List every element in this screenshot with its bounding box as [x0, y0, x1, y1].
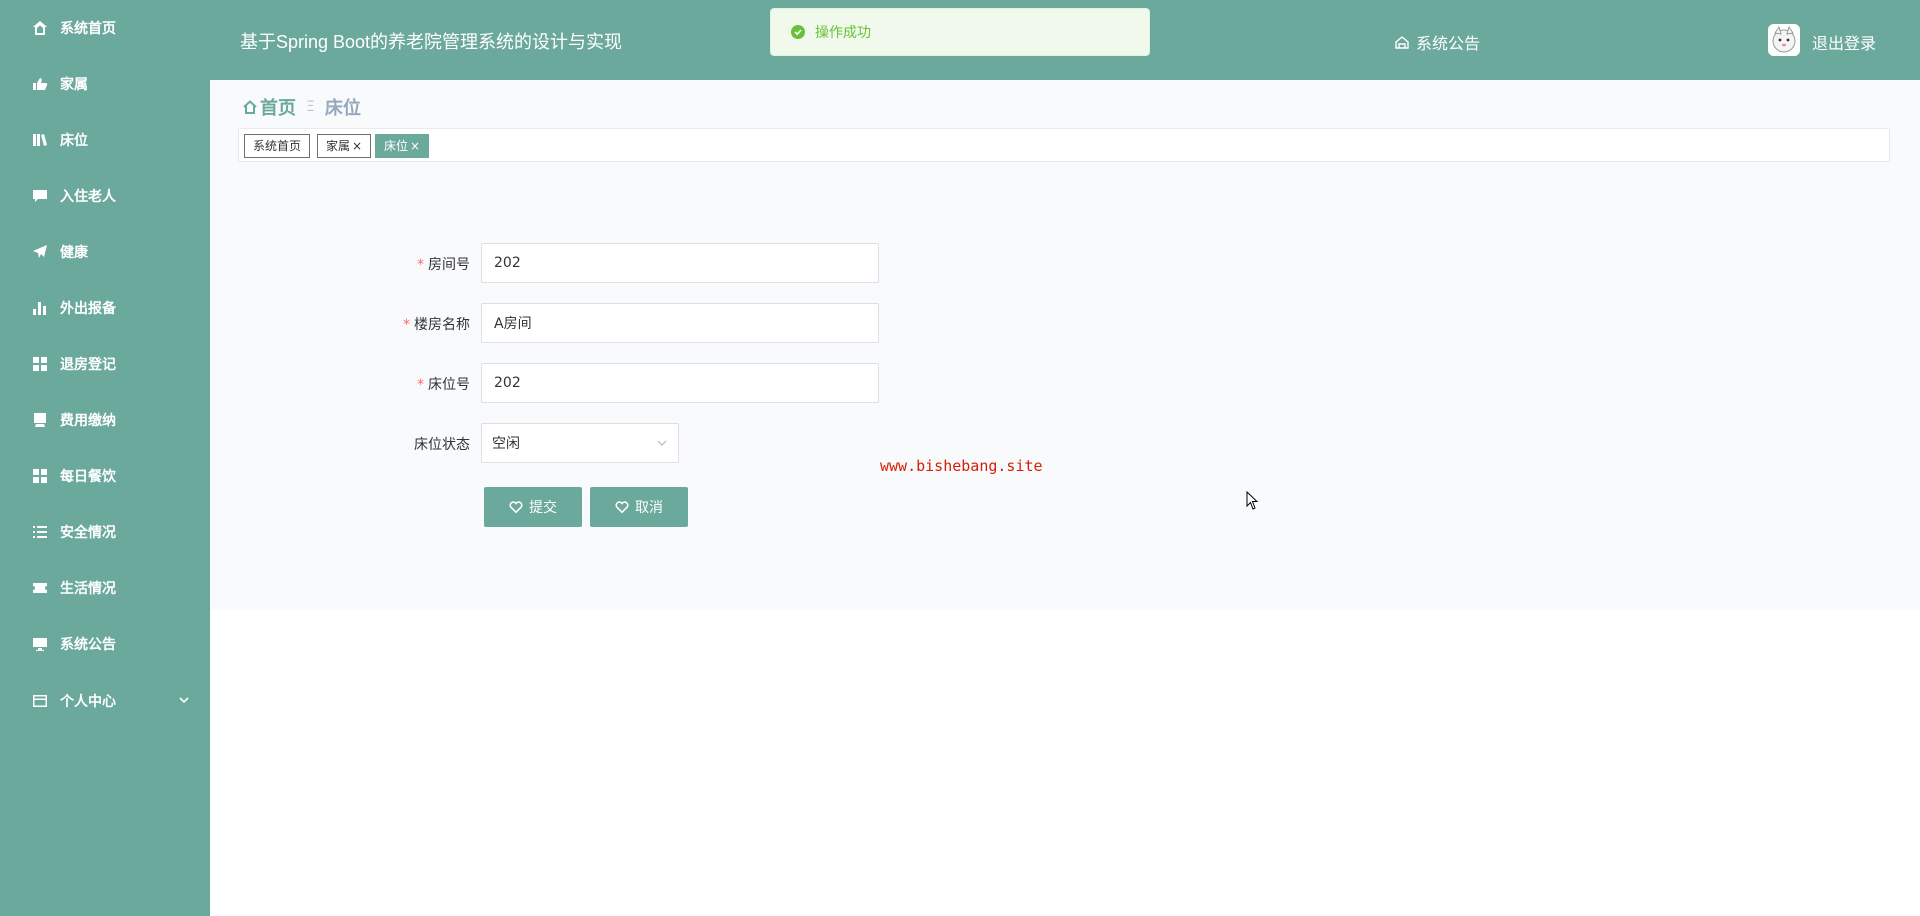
tag-label: 床位	[384, 139, 409, 153]
submit-label: 提交	[529, 500, 557, 516]
system-notice-link[interactable]: 系统公告	[1394, 30, 1480, 54]
sidebar-item-living[interactable]: 生活情况	[0, 568, 210, 608]
sidebar-item-label: 床位	[60, 133, 88, 149]
sidebar-item-outing-report[interactable]: 外出报备	[0, 288, 210, 328]
list-icon	[32, 524, 48, 540]
tag-label: 系统首页	[253, 139, 302, 153]
heart-icon	[615, 501, 629, 514]
submit-button[interactable]: 提交	[484, 487, 582, 527]
bar-chart-icon	[32, 300, 48, 316]
sidebar-item-label: 每日餐饮	[60, 469, 116, 485]
grid-icon	[32, 468, 48, 484]
monitor-icon	[32, 636, 48, 652]
logout-button[interactable]: 退出登录	[1812, 30, 1876, 54]
card-icon	[32, 412, 48, 428]
breadcrumb: 首页 Ξ 床位	[242, 94, 361, 120]
sidebar-item-label: 费用缴纳	[60, 413, 116, 429]
required-mark: *	[417, 257, 424, 273]
breadcrumb-separator: Ξ	[306, 99, 315, 115]
mouse-cursor-icon	[1246, 491, 1259, 510]
sidebar-item-checkout[interactable]: 退房登记	[0, 344, 210, 384]
breadcrumb-home-label: 首页	[260, 98, 296, 119]
thumbs-up-icon	[32, 76, 48, 92]
bed-no-input[interactable]	[481, 363, 879, 403]
sidebar-item-bed[interactable]: 床位	[0, 120, 210, 160]
bed-no-label-text: 床位号	[428, 377, 470, 393]
sidebar-item-label: 健康	[60, 245, 88, 261]
sidebar: 系统首页 家属 床位 入住老人 健康 外出报备 退房登记 费用缴纳 每日餐饮 安…	[0, 0, 210, 916]
chevron-down-icon[interactable]	[178, 694, 190, 706]
paper-plane-icon	[32, 244, 48, 260]
home-icon	[32, 20, 48, 36]
sidebar-item-safety[interactable]: 安全情况	[0, 512, 210, 552]
sidebar-item-family[interactable]: 家属	[0, 64, 210, 104]
success-toast: 操作成功	[770, 8, 1150, 56]
bed-status-label: 床位状态	[320, 434, 470, 454]
main-content: 首页 Ξ 床位 系统首页 家属× 床位× *房间号 *楼房名称	[210, 80, 1920, 610]
bed-no-label: * 床位号	[320, 374, 470, 394]
cancel-label: 取消	[635, 500, 663, 516]
bed-status-value: 空闲	[492, 436, 520, 452]
tag-label: 家属	[326, 139, 351, 153]
sidebar-item-label: 系统首页	[60, 21, 116, 37]
cancel-button[interactable]: 取消	[590, 487, 688, 527]
toast-message: 操作成功	[815, 25, 871, 41]
building-name-label-text: 楼房名称	[414, 317, 470, 333]
room-no-label: * 房间号	[320, 254, 470, 274]
sidebar-item-residents[interactable]: 入住老人	[0, 176, 210, 216]
room-no-input[interactable]	[481, 243, 879, 283]
sidebar-item-label: 生活情况	[60, 581, 116, 597]
grid-icon	[32, 356, 48, 372]
sidebar-item-label: 退房登记	[60, 357, 116, 373]
app-title: 基于Spring Boot的养老院管理系统的设计与实现	[240, 32, 623, 52]
watermark-text: www.bishebang.site	[880, 457, 1043, 475]
heart-icon	[509, 501, 523, 514]
close-icon[interactable]: ×	[352, 139, 362, 153]
sidebar-item-label: 家属	[60, 77, 88, 93]
close-icon[interactable]: ×	[410, 139, 420, 153]
sidebar-item-home[interactable]: 系统首页	[0, 8, 210, 48]
building-name-label: * 楼房名称	[320, 314, 470, 334]
bed-status-label-text: 床位状态	[414, 437, 470, 453]
chat-icon	[32, 188, 48, 204]
chevron-down-icon	[657, 440, 667, 447]
system-notice-label: 系统公告	[1416, 34, 1481, 53]
sidebar-item-label: 系统公告	[60, 637, 116, 653]
room-no-label-text: 房间号	[428, 257, 470, 273]
tag-bed[interactable]: 床位 ×	[375, 134, 430, 158]
building-name-input[interactable]	[481, 303, 879, 343]
home-icon	[243, 100, 257, 114]
sidebar-item-label: 外出报备	[60, 301, 116, 317]
ticket-icon	[32, 580, 48, 596]
bed-icon	[32, 132, 48, 148]
success-check-icon	[791, 25, 805, 39]
sidebar-item-health[interactable]: 健康	[0, 232, 210, 272]
avatar[interactable]	[1768, 24, 1800, 56]
sidebar-item-label: 入住老人	[60, 189, 116, 205]
tags-view-bar: 系统首页 家属 × 床位 ×	[238, 128, 1890, 162]
required-mark: *	[403, 317, 410, 333]
sidebar-item-meals[interactable]: 每日餐饮	[0, 456, 210, 496]
sidebar-item-fees[interactable]: 费用缴纳	[0, 400, 210, 440]
sidebar-item-profile[interactable]: 个人中心	[0, 681, 210, 721]
breadcrumb-current: 床位	[324, 98, 361, 119]
id-card-icon	[32, 693, 48, 709]
tag-home[interactable]: 系统首页	[244, 134, 311, 158]
required-mark: *	[417, 377, 424, 393]
bed-status-select[interactable]: 空闲	[481, 423, 679, 463]
sidebar-item-notice[interactable]: 系统公告	[0, 624, 210, 664]
sidebar-item-label: 安全情况	[60, 525, 116, 541]
breadcrumb-home[interactable]: 首页	[242, 94, 296, 120]
app-root: 系统首页 家属 床位 入住老人 健康 外出报备 退房登记 费用缴纳 每日餐饮 安…	[0, 0, 1920, 916]
tag-family[interactable]: 家属 ×	[317, 134, 372, 158]
notice-icon	[1395, 36, 1409, 49]
sidebar-item-label: 个人中心	[60, 694, 116, 710]
